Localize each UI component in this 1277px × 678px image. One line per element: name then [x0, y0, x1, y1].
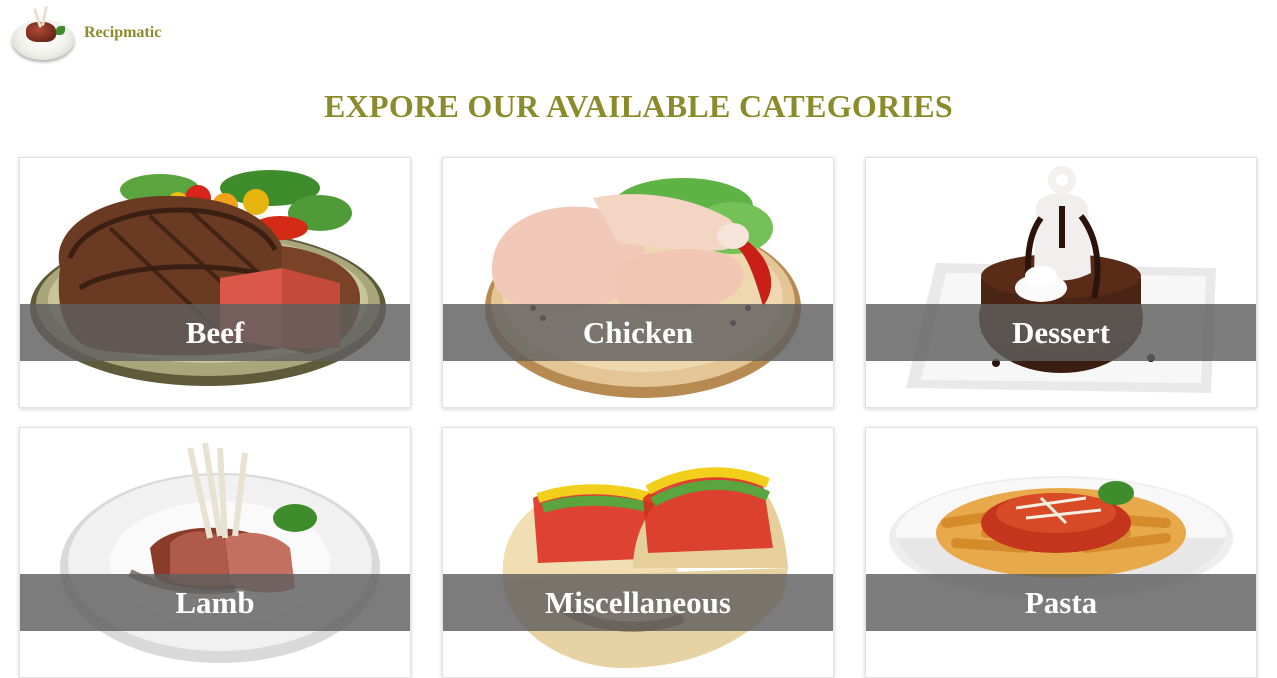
category-label-bar: Miscellaneous	[443, 574, 833, 631]
tacos-image	[502, 467, 788, 668]
penne-pasta-bowl-image	[889, 476, 1233, 600]
category-card-lamb[interactable]: Lamb	[19, 427, 411, 678]
category-label-bar: Dessert	[866, 304, 1256, 361]
page-title: EXPORE OUR AVAILABLE CATEGORIES	[323, 88, 954, 124]
chocolate-lava-cake-image	[906, 166, 1216, 393]
brand-name[interactable]: Recipmatic	[84, 24, 161, 42]
category-label-bar: Chicken	[443, 304, 833, 361]
category-label: Pasta	[1024, 584, 1098, 620]
category-label-bar: Lamb	[20, 574, 410, 631]
steak-plate-image	[30, 170, 386, 386]
category-label-bar: Beef	[20, 304, 410, 361]
category-label: Chicken	[582, 314, 694, 350]
lamb-chops-plate-image	[60, 442, 380, 663]
category-card-dessert[interactable]: Dessert	[865, 157, 1257, 408]
category-card-miscellaneous[interactable]: Miscellaneous	[442, 427, 834, 678]
category-card-chicken[interactable]: Chicken	[442, 157, 834, 408]
raw-chicken-legs-image	[485, 178, 801, 398]
category-card-beef[interactable]: Beef	[19, 157, 411, 408]
category-label: Lamb	[175, 584, 255, 620]
lamb-plate-logo-icon	[10, 5, 76, 60]
category-label-bar: Pasta	[866, 574, 1256, 631]
category-label: Dessert	[1011, 314, 1111, 350]
site-header: Recipmatic	[0, 0, 1277, 70]
logo-link[interactable]: Recipmatic	[10, 5, 161, 60]
category-card-pasta[interactable]: Pasta	[865, 427, 1257, 678]
category-label: Beef	[185, 314, 245, 350]
category-label: Miscellaneous	[545, 584, 731, 620]
